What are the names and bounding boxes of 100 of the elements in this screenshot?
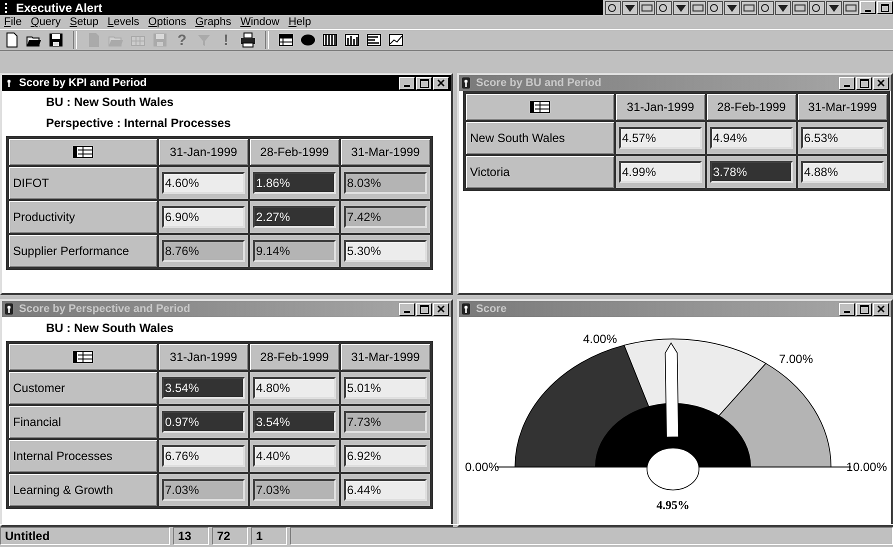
table-cell: 7.73%	[344, 411, 427, 433]
table-cell: 7.03%	[162, 479, 245, 501]
gauge-hub	[646, 448, 700, 490]
tool-icon[interactable]	[639, 0, 655, 14]
column-header[interactable]: 31-Mar-1999	[797, 93, 888, 121]
scale-label: 10.00%	[846, 460, 887, 474]
close-button[interactable]	[433, 302, 449, 316]
header-cell[interactable]	[8, 343, 158, 371]
table-cell: 5.01%	[344, 377, 427, 399]
table-cell: 6.76%	[162, 445, 245, 467]
minimize-button[interactable]	[839, 302, 855, 316]
column-header[interactable]: 31-Jan-1999	[158, 138, 249, 166]
row-header[interactable]: Victoria	[465, 155, 615, 189]
column-header[interactable]: 28-Feb-1999	[249, 138, 340, 166]
header-cell[interactable]	[8, 138, 158, 166]
minimize-button[interactable]	[839, 76, 855, 90]
column-header[interactable]: 31-Mar-1999	[340, 138, 431, 166]
window-title: Executive Alert	[16, 0, 102, 14]
minimize-button[interactable]	[399, 76, 415, 90]
menu-item[interactable]: Options	[148, 16, 186, 28]
menu-item[interactable]: Help	[288, 16, 312, 28]
table-icon[interactable]	[278, 32, 294, 48]
window-title-bar[interactable]: Score by KPI and Period	[2, 75, 451, 91]
printer-icon[interactable]	[240, 32, 256, 48]
ellipse-icon[interactable]	[300, 32, 316, 48]
menu-item[interactable]: Levels	[107, 16, 140, 28]
column-header[interactable]: 28-Feb-1999	[706, 93, 797, 121]
gauge-reading: 4.95%	[656, 498, 690, 512]
tool-icon[interactable]	[741, 0, 757, 14]
restore-button[interactable]	[877, 1, 893, 14]
tool-icon[interactable]	[673, 0, 689, 14]
row-header[interactable]: Productivity	[8, 200, 158, 234]
tool-icon[interactable]	[843, 0, 859, 14]
menu-item[interactable]: Window	[240, 16, 280, 28]
tool-icon[interactable]	[622, 0, 638, 14]
horizontal-bars-icon[interactable]	[366, 32, 382, 48]
table-cell: 9.14%	[253, 240, 336, 262]
table-cell: 1.86%	[253, 172, 336, 194]
table-cell: 6.53%	[801, 127, 884, 149]
close-button[interactable]	[873, 76, 889, 90]
window-icon	[5, 77, 13, 89]
tool-icon[interactable]	[605, 0, 621, 14]
header-cell[interactable]	[465, 93, 615, 121]
close-icon	[877, 305, 885, 313]
tool-icon[interactable]	[792, 0, 808, 14]
tool-icon[interactable]	[758, 0, 774, 14]
tool-icon[interactable]	[809, 0, 825, 14]
column-chart-icon[interactable]	[344, 32, 360, 48]
filter-label: BU : New South Wales	[45, 320, 175, 337]
table-cell: 5.30%	[344, 240, 427, 262]
table-cell: 0.97%	[162, 411, 245, 433]
row-header[interactable]: Supplier Performance	[8, 234, 158, 268]
table-cell: 4.60%	[162, 172, 245, 194]
window-title: Score by BU and Period	[476, 77, 602, 89]
tool-icon[interactable]	[826, 0, 842, 14]
status-panel: 13	[173, 527, 209, 545]
menu-item[interactable]: Setup	[70, 16, 98, 28]
minimize-button[interactable]	[399, 302, 415, 316]
table-cell: 6.44%	[344, 479, 427, 501]
menu-item[interactable]: Graphs	[195, 16, 232, 28]
maximize-button[interactable]	[856, 302, 872, 316]
filter-label: Perspective : Internal Processes	[45, 115, 232, 132]
bar-chart-icon[interactable]	[322, 32, 338, 48]
document-icon[interactable]	[4, 32, 20, 48]
column-header[interactable]: 31-Jan-1999	[158, 343, 249, 371]
scale-label: 4.00%	[583, 332, 618, 346]
maximize-button[interactable]	[856, 76, 872, 90]
row-header[interactable]: New South Wales	[465, 121, 615, 155]
column-header[interactable]: 31-Jan-1999	[615, 93, 706, 121]
table-cell: 3.54%	[253, 411, 336, 433]
minimize-button[interactable]	[860, 1, 876, 14]
menu-item[interactable]: Query	[30, 16, 61, 28]
column-header[interactable]: 31-Mar-1999	[340, 343, 431, 371]
row-header[interactable]: DIFOT	[8, 166, 158, 200]
table-cell: 4.40%	[253, 445, 336, 467]
row-header[interactable]: Financial	[8, 405, 158, 439]
tool-icon[interactable]	[724, 0, 740, 14]
table-cell: 4.94%	[710, 127, 793, 149]
close-icon	[437, 79, 445, 87]
table-cell: 3.78%	[710, 161, 793, 183]
line-chart-icon[interactable]	[388, 32, 404, 48]
tool-icon[interactable]	[656, 0, 672, 14]
tool-icon[interactable]	[690, 0, 706, 14]
tool-icon[interactable]	[775, 0, 791, 14]
row-header[interactable]: Learning & Growth	[8, 473, 158, 507]
close-button[interactable]	[873, 302, 889, 316]
tool-icon[interactable]	[707, 0, 723, 14]
column-header[interactable]: 28-Feb-1999	[249, 343, 340, 371]
close-button[interactable]	[433, 76, 449, 90]
maximize-button[interactable]	[416, 302, 432, 316]
menu-item[interactable]: File	[4, 16, 22, 28]
row-header[interactable]: Internal Processes	[8, 439, 158, 473]
status-panel: Untitled	[0, 527, 170, 545]
window-title: Score by KPI and Period	[19, 77, 147, 89]
row-header[interactable]: Customer	[8, 371, 158, 405]
maximize-button[interactable]	[416, 76, 432, 90]
status-panel: 72	[212, 527, 248, 545]
table-cell: 3.54%	[162, 377, 245, 399]
app-icon	[5, 2, 10, 12]
table-cell: 6.92%	[344, 445, 427, 467]
